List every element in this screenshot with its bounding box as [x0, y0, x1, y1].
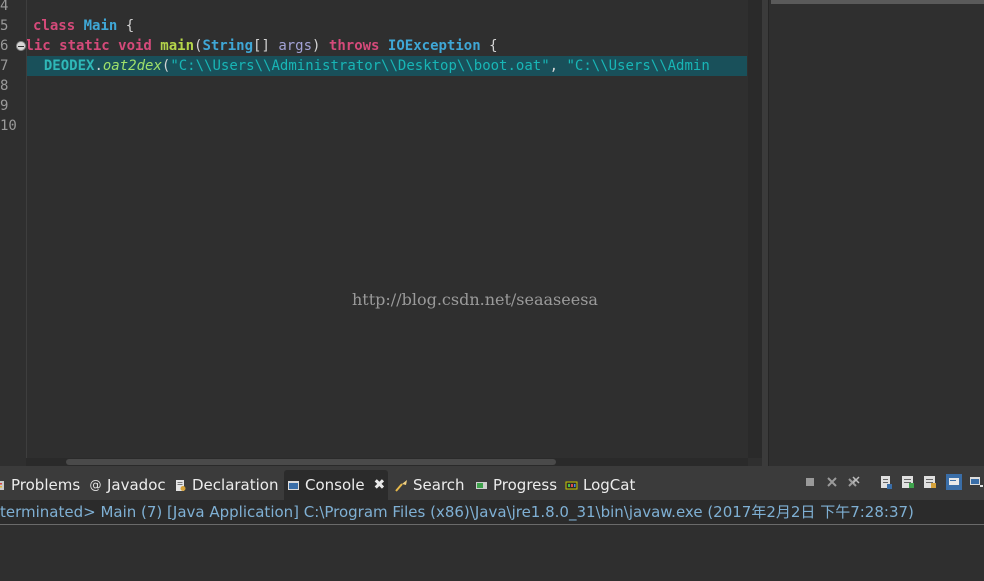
tab-console[interactable]: Console ✖: [284, 470, 389, 500]
tab-label: Problems: [11, 476, 81, 494]
code-editor[interactable]: 4 5 6 7 8 9 10 class Main { blic static …: [0, 0, 762, 466]
tab-label: Javadoc: [107, 476, 166, 494]
word-wrap-icon[interactable]: [900, 474, 916, 490]
declaration-icon: [176, 479, 186, 491]
tab-label: Search: [413, 476, 465, 494]
remove-all-terminated-icon[interactable]: [846, 474, 862, 490]
problems-icon: [0, 480, 4, 490]
code-area[interactable]: class Main { blic static void main(Strin…: [27, 0, 747, 458]
line-number-gutter: 4 5 6 7 8 9 10: [0, 0, 27, 458]
logcat-icon: [565, 481, 578, 489]
tab-label: LogCat: [583, 476, 636, 494]
search-icon: [395, 479, 407, 492]
javadoc-icon: @: [89, 477, 102, 492]
terminate-icon[interactable]: [802, 474, 818, 490]
fold-collapse-icon[interactable]: [16, 41, 26, 51]
tab-label: Declaration: [192, 476, 279, 494]
close-icon[interactable]: ✖: [374, 470, 386, 500]
open-console-icon[interactable]: [968, 474, 984, 490]
line-number: 10: [0, 118, 17, 134]
console-icon: [288, 480, 299, 490]
outline-panel: [768, 0, 984, 466]
tab-logcat[interactable]: LogCat: [562, 470, 638, 500]
line-number: 7: [0, 58, 9, 74]
console-process-label: terminated> Main (7) [Java Application] …: [0, 503, 914, 521]
horizontal-scroll-thumb[interactable]: [66, 459, 556, 465]
tab-label: Console: [305, 476, 365, 494]
remove-launch-icon[interactable]: [824, 474, 840, 490]
console-status-bar: terminated> Main (7) [Java Application] …: [0, 500, 984, 525]
line-number: 4: [0, 0, 9, 14]
horizontal-scrollbar[interactable]: [26, 458, 748, 466]
line-number: 8: [0, 78, 9, 94]
progress-icon: [476, 481, 487, 489]
scroll-lock-icon[interactable]: [878, 474, 894, 490]
watermark: http://blog.csdn.net/seaaseesa: [352, 290, 598, 309]
code-line-5: class Main {: [33, 18, 135, 34]
tab-label: Progress: [493, 476, 558, 494]
line-number: 5: [0, 18, 9, 34]
tab-javadoc[interactable]: @ Javadoc: [86, 470, 169, 500]
pin-console-icon[interactable]: [922, 474, 938, 490]
console-output[interactable]: [0, 525, 984, 581]
line-number: 9: [0, 98, 9, 114]
tab-progress[interactable]: Progress: [472, 470, 560, 500]
code-line-6: blic static void main(String[] args) thr…: [27, 38, 498, 54]
panel-header-strip: [771, 0, 984, 4]
tab-search[interactable]: Search: [392, 470, 468, 500]
tab-declaration[interactable]: Declaration: [171, 470, 281, 500]
tab-problems[interactable]: Problems: [0, 470, 83, 500]
vertical-scrollbar[interactable]: [748, 0, 762, 458]
code-line-7-highlighted: DEODEX.oat2dex("C:\\Users\\Administrator…: [27, 56, 747, 76]
display-selected-console-icon[interactable]: [946, 474, 962, 490]
